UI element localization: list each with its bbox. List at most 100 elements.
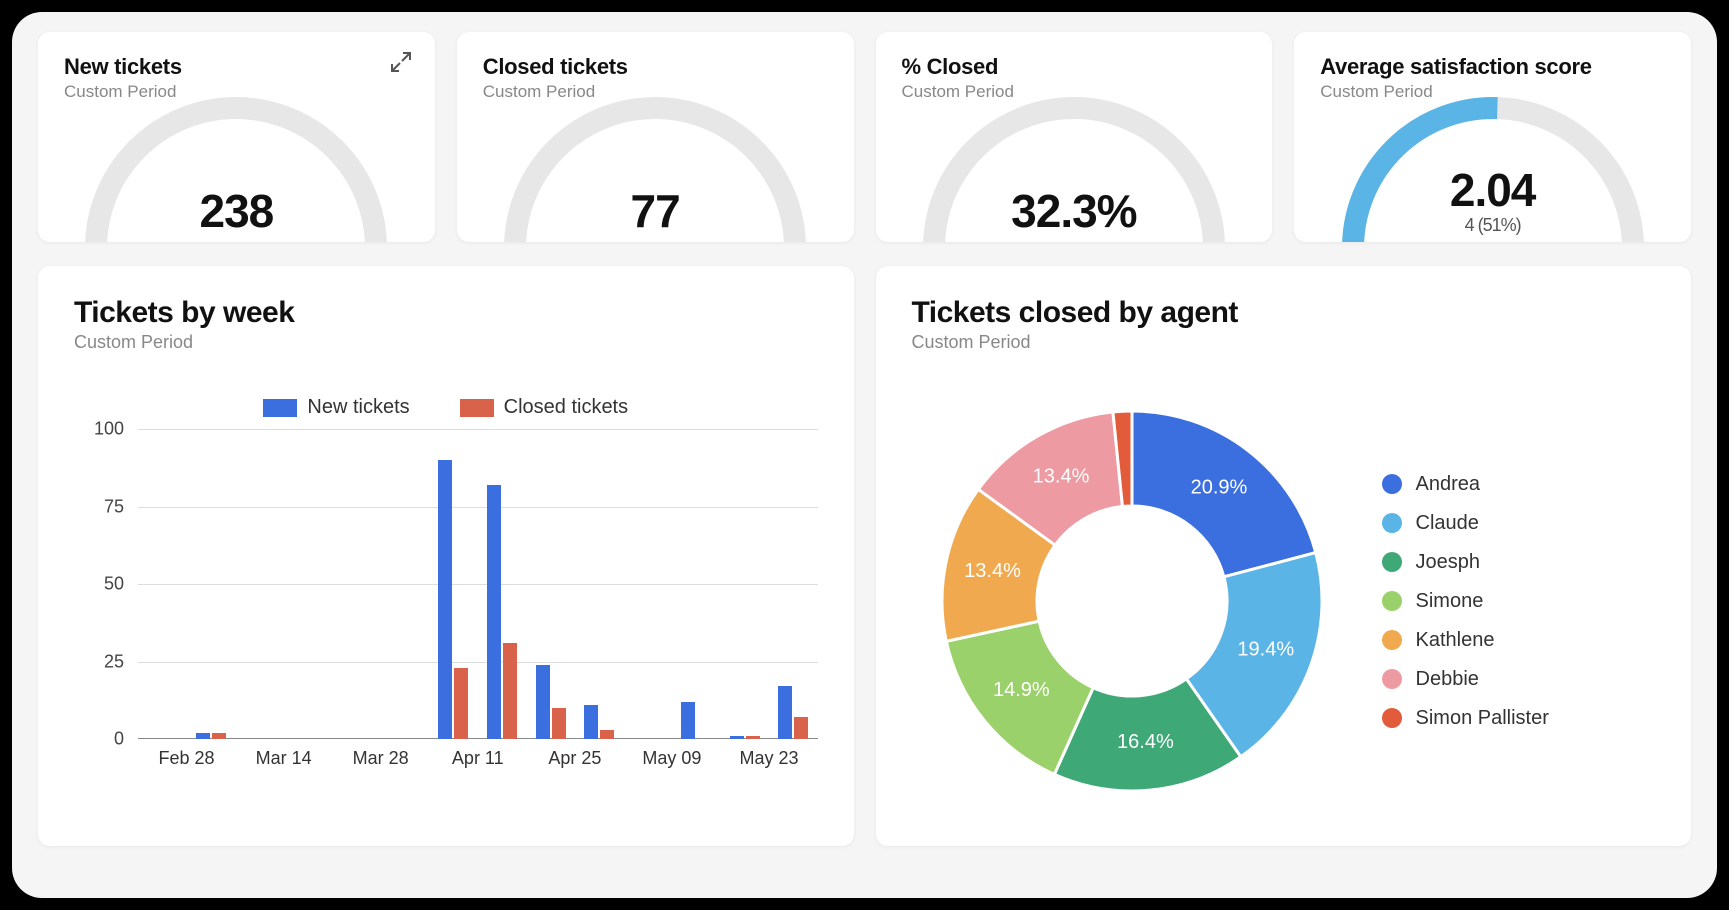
gauge-arc: 2.04 4 (51%) xyxy=(1333,88,1653,242)
y-tick: 100 xyxy=(74,419,124,440)
bar-new xyxy=(584,705,598,739)
bar-new xyxy=(778,686,792,739)
dashboard-panel: New tickets Custom Period 238 Closed tic… xyxy=(12,12,1717,898)
legend-dot xyxy=(1382,513,1402,533)
x-tick: May 23 xyxy=(720,748,817,769)
legend-label: Simone xyxy=(1416,590,1484,613)
gauge-card-new-tickets[interactable]: New tickets Custom Period 238 xyxy=(38,32,435,242)
x-tick: Mar 14 xyxy=(235,748,332,769)
gauge-card-satisfaction[interactable]: Average satisfaction score Custom Period… xyxy=(1294,32,1691,242)
x-tick: May 09 xyxy=(623,748,720,769)
bar-closed xyxy=(212,733,226,739)
bar-closed xyxy=(746,736,760,739)
donut-slice-label: 19.4% xyxy=(1237,638,1294,660)
bar-new xyxy=(730,736,744,739)
donut-legend-item: Kathlene xyxy=(1382,629,1656,652)
gauge-title: % Closed xyxy=(902,54,1247,80)
bar-group xyxy=(381,429,430,739)
gauge-value: 77 xyxy=(495,184,815,236)
gauge-arc: 32.3% xyxy=(914,88,1234,242)
donut-slice-label: 13.4% xyxy=(1032,466,1089,488)
donut-legend-item: Debbie xyxy=(1382,668,1656,691)
bar-group xyxy=(284,429,333,739)
gauge-title: Average satisfaction score xyxy=(1320,54,1665,80)
legend-dot xyxy=(1382,630,1402,650)
chart-period: Custom Period xyxy=(74,332,818,353)
gauge-title: Closed tickets xyxy=(483,54,828,80)
bar-new xyxy=(487,485,501,739)
donut-legend-item: Joesph xyxy=(1382,551,1656,574)
bar-closed xyxy=(600,730,614,739)
y-tick: 0 xyxy=(74,729,124,750)
legend-label: Claude xyxy=(1416,512,1479,535)
donut-slice-label: 13.4% xyxy=(964,560,1021,582)
gauge-card-closed-tickets[interactable]: Closed tickets Custom Period 77 xyxy=(457,32,854,242)
bar-new xyxy=(196,733,210,739)
charts-row: Tickets by week Custom Period New ticket… xyxy=(38,266,1691,846)
bar-group xyxy=(623,429,672,739)
gauge-value: 238 xyxy=(76,184,396,236)
gauge-row: New tickets Custom Period 238 Closed tic… xyxy=(38,32,1691,242)
bar-groups xyxy=(138,429,818,739)
x-tick: Feb 28 xyxy=(138,748,235,769)
y-tick: 75 xyxy=(74,496,124,517)
legend-label: Kathlene xyxy=(1416,629,1495,652)
chart-title: Tickets closed by agent xyxy=(912,296,1656,330)
bar-closed xyxy=(552,708,566,739)
bar-group xyxy=(138,429,187,739)
gauge-value: 2.04 4 (51%) xyxy=(1333,163,1653,236)
legend-swatch-blue xyxy=(263,399,297,417)
bar-closed xyxy=(503,643,517,739)
legend-label: Joesph xyxy=(1416,551,1481,574)
chart-period: Custom Period xyxy=(912,332,1656,353)
legend-label: Simon Pallister xyxy=(1416,707,1549,730)
bar-chart-card[interactable]: Tickets by week Custom Period New ticket… xyxy=(38,266,854,846)
bar-closed xyxy=(454,668,468,739)
x-tick: Apr 11 xyxy=(429,748,526,769)
expand-icon[interactable] xyxy=(389,50,413,74)
bar-group xyxy=(672,429,721,739)
x-tick: Mar 28 xyxy=(332,748,429,769)
bar-group xyxy=(478,429,527,739)
legend-dot xyxy=(1382,591,1402,611)
donut-slice-label: 14.9% xyxy=(992,679,1049,701)
bar-group xyxy=(720,429,769,739)
legend-swatch-orange xyxy=(460,399,494,417)
donut-chart: 20.9% 19.4% 16.4% 14.9% 13.4% 13.4% Andrea Cla… xyxy=(912,386,1656,816)
donut-chart-card[interactable]: Tickets closed by agent Custom Period 20… xyxy=(876,266,1692,846)
donut-legend-item: Andrea xyxy=(1382,473,1656,496)
bar-group xyxy=(429,429,478,739)
bar-group xyxy=(332,429,381,739)
bar-group xyxy=(769,429,818,739)
bar-group xyxy=(235,429,284,739)
bar-new xyxy=(438,460,452,739)
gauge-value: 32.3% xyxy=(914,184,1234,236)
chart-title: Tickets by week xyxy=(74,296,818,330)
bar-plot: 0255075100Feb 28Mar 14Mar 28Apr 11Apr 25… xyxy=(74,429,818,769)
bar-group xyxy=(526,429,575,739)
donut-slice-label: 20.9% xyxy=(1190,476,1247,498)
legend-dot xyxy=(1382,474,1402,494)
gauge-arc: 238 xyxy=(76,88,396,242)
legend-dot xyxy=(1382,669,1402,689)
legend-dot xyxy=(1382,552,1402,572)
x-tick: Apr 25 xyxy=(526,748,623,769)
legend-label: Closed tickets xyxy=(504,396,629,419)
y-tick: 50 xyxy=(74,574,124,595)
donut-legend-item: Claude xyxy=(1382,512,1656,535)
bar-group xyxy=(187,429,236,739)
bar-chart: New tickets Closed tickets 0255075100Feb… xyxy=(74,396,818,816)
x-labels: Feb 28Mar 14Mar 28Apr 11Apr 25May 09May … xyxy=(138,748,818,769)
bar-closed xyxy=(794,717,808,739)
donut-legend-item: Simone xyxy=(1382,590,1656,613)
bar-group xyxy=(575,429,624,739)
donut-legend: Andrea Claude Joesph Simone Kathlene Debbie Si… xyxy=(1352,473,1656,730)
app-frame: New tickets Custom Period 238 Closed tic… xyxy=(0,0,1729,910)
y-tick: 25 xyxy=(74,651,124,672)
donut-legend-item: Simon Pallister xyxy=(1382,707,1656,730)
gauge-arc: 77 xyxy=(495,88,815,242)
donut-slice-label: 16.4% xyxy=(1117,731,1174,753)
legend-dot xyxy=(1382,708,1402,728)
legend-label: Andrea xyxy=(1416,473,1481,496)
gauge-card-pct-closed[interactable]: % Closed Custom Period 32.3% xyxy=(876,32,1273,242)
